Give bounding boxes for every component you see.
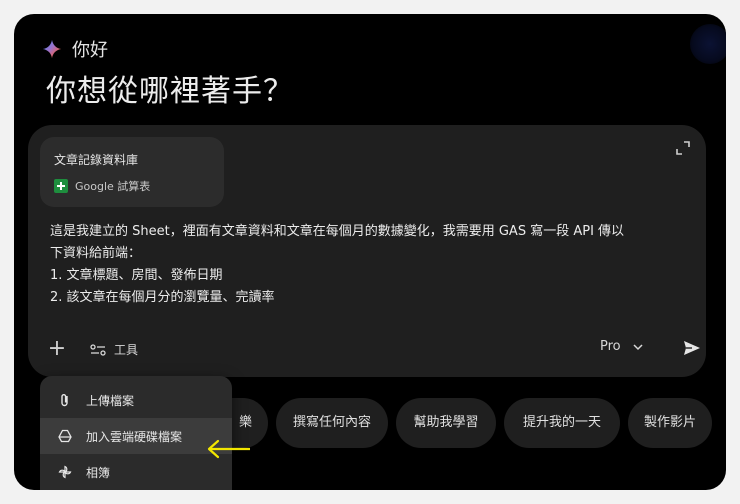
- menu-item-label: 相簿: [86, 465, 111, 480]
- plus-icon: +: [47, 336, 67, 361]
- send-icon[interactable]: [682, 338, 702, 358]
- attached-file-source-label: Google 試算表: [75, 180, 151, 193]
- prompt-line: 下資料給前端：: [50, 246, 142, 261]
- drive-icon: [58, 429, 72, 443]
- model-selector[interactable]: Pro: [600, 339, 643, 354]
- expand-icon[interactable]: [676, 141, 690, 155]
- menu-item-label: 上傳檔案: [86, 393, 135, 408]
- tools-button[interactable]: 工具: [90, 341, 138, 358]
- greeting-row: 你好: [42, 36, 108, 62]
- suggestion-chip[interactable]: 製作影片: [628, 398, 712, 448]
- add-menu: 上傳檔案 加入雲端硬碟檔案 相簿: [40, 376, 232, 490]
- prompt-card[interactable]: 文章記錄資料庫 Google 試算表 這是我建立的 Sheet，裡面有文章資料和…: [28, 125, 706, 377]
- suggestion-chip[interactable]: 幫助我學習: [396, 398, 496, 448]
- prompt-input[interactable]: 這是我建立的 Sheet，裡面有文章資料和文章在每個月的數據變化，我需要用 GA…: [50, 221, 690, 309]
- greeting-title: 你想從哪裡著手？: [46, 74, 294, 109]
- prompt-line: 這是我建立的 Sheet，裡面有文章資料和文章在每個月的數據變化，我需要用 GA…: [50, 224, 625, 239]
- greeting-small: 你好: [72, 40, 108, 61]
- add-button[interactable]: +: [40, 333, 74, 367]
- attached-file-card[interactable]: 文章記錄資料庫 Google 試算表: [40, 137, 224, 207]
- photos-pinwheel-icon: [58, 465, 72, 479]
- suggestion-chip[interactable]: 提升我的一天: [504, 398, 620, 448]
- gemini-sparkle-icon: [42, 39, 62, 59]
- suggestion-chip[interactable]: 撰寫任何內容: [276, 398, 388, 448]
- prompt-line: 2. 該文章在每個月分的瀏覽量、完讀率: [50, 290, 275, 305]
- menu-item-upload-file[interactable]: 上傳檔案: [40, 382, 232, 418]
- google-sheets-icon: [54, 179, 68, 193]
- prompt-line: 1. 文章標題、房間、發佈日期: [50, 268, 223, 283]
- chevron-down-icon: [633, 343, 643, 350]
- attached-file-title: 文章記錄資料庫: [54, 153, 139, 167]
- tools-label: 工具: [114, 343, 139, 357]
- model-label: Pro: [600, 339, 621, 354]
- app-window: 你好 你想從哪裡著手？ 文章記錄資料庫 Google 試算表 這是我建立的 Sh…: [14, 14, 726, 490]
- menu-item-label: 加入雲端硬碟檔案: [86, 429, 183, 444]
- annotation-arrow-icon: [207, 439, 250, 459]
- paperclip-icon: [61, 394, 68, 407]
- avatar[interactable]: [690, 24, 726, 64]
- attached-file-source: Google 試算表: [54, 178, 210, 194]
- tools-sliders-icon: [90, 343, 106, 356]
